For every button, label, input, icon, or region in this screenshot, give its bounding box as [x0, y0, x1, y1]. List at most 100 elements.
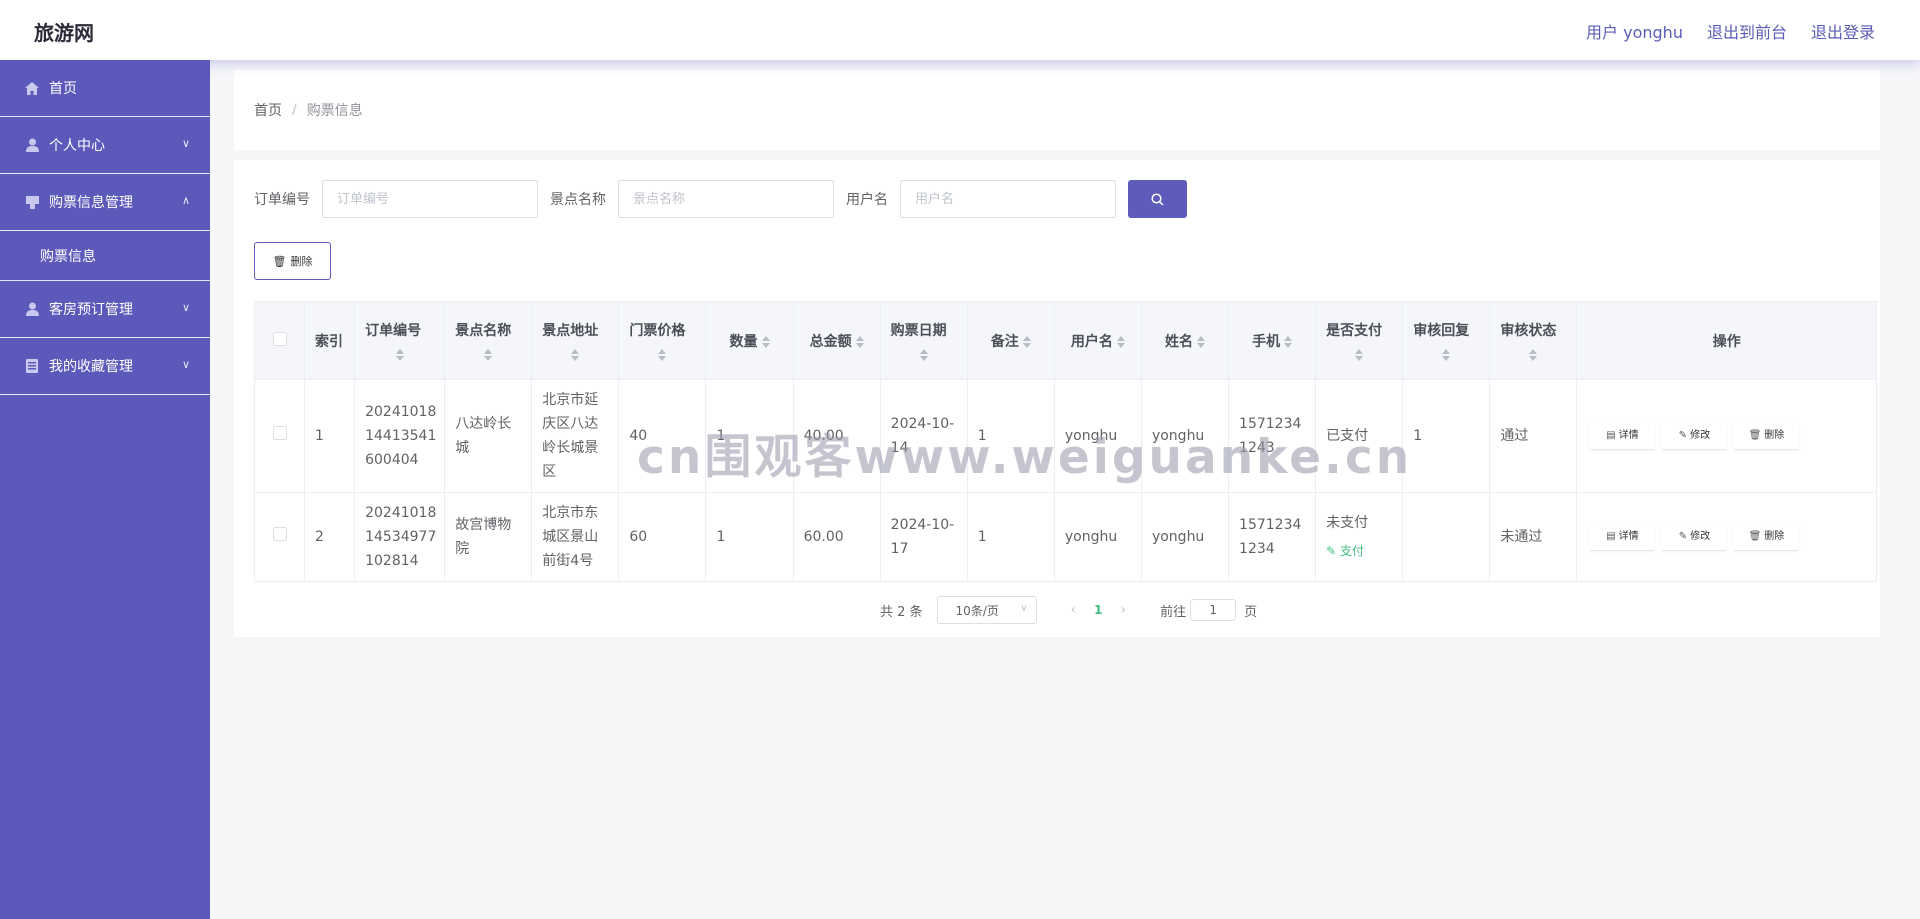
main-content-card: 订单编号 景点名称 用户名 🗑︎ 删除 索引 订单编号 景点名称 景点地址 门票… — [234, 160, 1880, 637]
paid-status: 未支付 — [1326, 515, 1369, 531]
cell-spot-address: 北京市延庆区八达岭长城景区 — [531, 379, 620, 493]
cell-index: 1 — [304, 379, 356, 493]
edit-button[interactable]: ✎ 修改 — [1661, 523, 1728, 551]
search-icon — [1151, 192, 1164, 206]
header-label: 数量 — [729, 333, 758, 350]
spot-name-input[interactable] — [618, 180, 834, 218]
detail-button[interactable]: ▤ 详情 — [1589, 523, 1656, 551]
page-number-current[interactable]: 1 — [1094, 603, 1102, 617]
header-purchase-date[interactable]: 购票日期 — [879, 301, 968, 380]
sidebar-item-favorites[interactable]: 我的收藏管理 ∨ — [0, 338, 210, 395]
next-page-button[interactable]: › — [1121, 602, 1127, 618]
sort-icon[interactable] — [395, 348, 404, 362]
sort-icon[interactable] — [855, 335, 864, 349]
user-icon — [24, 301, 40, 317]
username-input[interactable] — [900, 180, 1116, 218]
table-row: 1 20241018 14413541 600404 八达岭长城 北京市延庆区八… — [253, 379, 1877, 493]
sort-icon[interactable] — [1529, 348, 1538, 362]
sort-icon[interactable] — [1442, 348, 1451, 362]
header-spot-name[interactable]: 景点名称 — [444, 301, 533, 380]
goto-page-input[interactable] — [1190, 599, 1237, 621]
detail-button[interactable]: ▤ 详情 — [1589, 422, 1656, 450]
cell-actions: ▤ 详情 ✎ 修改 🗑︎ 删除 — [1576, 492, 1877, 582]
header-total[interactable]: 总金额 — [792, 301, 881, 380]
sort-icon[interactable] — [919, 348, 928, 362]
select-all-checkbox[interactable] — [272, 331, 287, 346]
pay-button[interactable]: ✎ 支付 — [1326, 539, 1392, 563]
sidebar-item-profile[interactable]: 个人中心 ∨ — [0, 117, 210, 174]
cell-paid: 未支付 ✎ 支付 — [1315, 492, 1404, 582]
edit-icon: ✎ — [1678, 530, 1688, 542]
header-review-reply[interactable]: 审核回复 — [1402, 301, 1491, 380]
header-quantity[interactable]: 数量 — [705, 301, 794, 380]
sort-icon[interactable] — [1022, 335, 1031, 349]
ticket-icon — [24, 194, 40, 210]
order-no-input[interactable] — [322, 180, 538, 218]
prev-page-button[interactable]: ‹ — [1071, 602, 1077, 618]
batch-delete-label: 删除 — [290, 255, 313, 268]
header-actions: 操作 — [1576, 301, 1877, 380]
header-review-status[interactable]: 审核状态 — [1489, 301, 1578, 380]
sort-icon[interactable] — [1355, 348, 1364, 362]
header-ticket-price[interactable]: 门票价格 — [618, 301, 707, 380]
header-username[interactable]: 用户名 — [1053, 301, 1142, 380]
header-label: 手机 — [1252, 333, 1281, 350]
page-suffix: 页 — [1244, 604, 1258, 620]
delete-button[interactable]: 🗑︎ 删除 — [1733, 523, 1800, 551]
header-phone[interactable]: 手机 — [1228, 301, 1317, 380]
sidebar-subitem-ticket-info[interactable]: 购票信息 — [0, 231, 210, 281]
header-paid[interactable]: 是否支付 — [1315, 301, 1404, 380]
sort-icon[interactable] — [761, 335, 770, 349]
breadcrumb-separator: / — [292, 102, 297, 118]
page-size-select[interactable]: 10条/页 ∨ — [936, 596, 1037, 624]
header-label: 景点名称 — [455, 322, 512, 339]
sort-icon[interactable] — [1116, 335, 1125, 349]
header-name[interactable]: 姓名 — [1140, 301, 1230, 380]
delete-button[interactable]: 🗑︎ 删除 — [1733, 422, 1800, 450]
sort-icon[interactable] — [484, 348, 493, 362]
sidebar-item-ticket-mgmt[interactable]: 购票信息管理 ∧ — [0, 174, 210, 231]
document-icon: ▤ — [1606, 429, 1616, 441]
cell-name: yonghu — [1140, 492, 1230, 582]
batch-delete-button[interactable]: 🗑︎ 删除 — [254, 242, 331, 280]
header-note[interactable]: 备注 — [966, 301, 1055, 380]
sidebar-item-label: 购票信息管理 — [49, 195, 133, 211]
username-label: 用户名 — [846, 192, 888, 208]
header-index: 索引 — [304, 301, 356, 380]
pay-label: 支付 — [1340, 544, 1365, 558]
table-row: 2 20241018 14534977 102814 故宫博物院 北京市东城区景… — [253, 492, 1877, 582]
sidebar-item-label: 客房预订管理 — [49, 302, 133, 318]
detail-label: 详情 — [1618, 429, 1639, 441]
detail-label: 详情 — [1618, 530, 1639, 542]
sort-icon[interactable] — [1284, 335, 1293, 349]
spot-name-label: 景点名称 — [550, 192, 606, 208]
cell-total: 40.00 — [792, 379, 881, 493]
logout-link[interactable]: 退出登录 — [1811, 19, 1875, 43]
sort-icon[interactable] — [658, 348, 667, 362]
search-button[interactable] — [1128, 180, 1187, 218]
sidebar-item-home[interactable]: 首页 — [0, 60, 210, 117]
cell-spot-address: 北京市东城区景山前街4号 — [531, 492, 620, 582]
document-icon: ▤ — [1606, 530, 1616, 542]
edit-button[interactable]: ✎ 修改 — [1661, 422, 1728, 450]
top-header: 旅游网 用户 yonghu 退出到前台 退出登录 — [0, 0, 1920, 60]
sidebar-item-room-booking[interactable]: 客房预订管理 ∨ — [0, 281, 210, 338]
paid-status: 已支付 — [1326, 428, 1369, 444]
cell-phone: 15712341243 — [1228, 379, 1317, 493]
row-checkbox[interactable] — [272, 426, 287, 440]
front-page-link[interactable]: 退出到前台 — [1707, 19, 1787, 43]
header-order-no[interactable]: 订单编号 — [354, 301, 446, 380]
sort-icon[interactable] — [571, 348, 580, 362]
row-select-cell — [253, 492, 306, 582]
user-link[interactable]: 用户 yonghu — [1586, 19, 1683, 43]
header-label: 总金额 — [809, 333, 852, 350]
pagination: 共 2 条 10条/页 ∨ ‹ 1 › 前往 页 — [880, 596, 1257, 624]
header-spot-address[interactable]: 景点地址 — [531, 301, 620, 380]
sort-icon[interactable] — [1197, 335, 1205, 349]
goto-label: 前往 — [1160, 604, 1187, 620]
row-checkbox[interactable] — [272, 527, 287, 541]
breadcrumb-home[interactable]: 首页 — [254, 100, 282, 120]
chevron-down-icon: ∨ — [1020, 603, 1028, 614]
edit-label: 修改 — [1690, 429, 1711, 441]
cell-review-reply: 1 — [1402, 379, 1491, 493]
